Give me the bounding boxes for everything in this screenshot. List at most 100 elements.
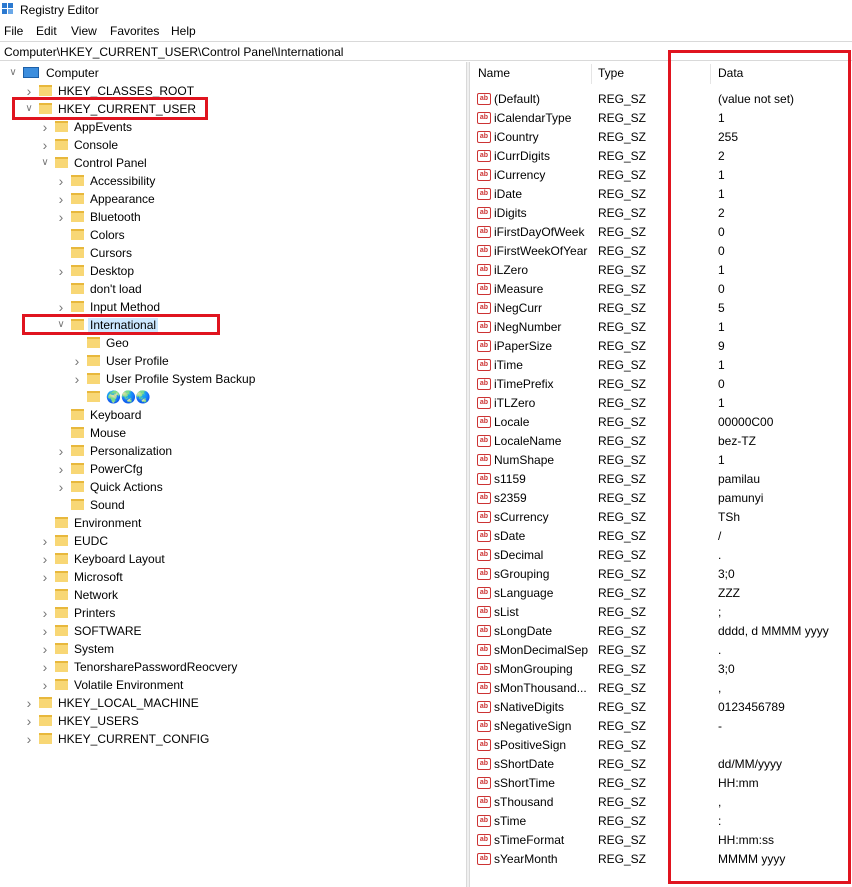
tree-node[interactable]: › Quick Actions [54,478,466,496]
tree-node[interactable]: › TenorsharePasswordReocvery [38,658,466,676]
tree-node[interactable]: Geo [70,334,466,352]
value-row[interactable]: ab iMeasure REG_SZ 0 [470,280,852,299]
chevron-right-icon[interactable]: › [54,461,68,477]
value-row[interactable]: ab iFirstDayOfWeek REG_SZ 0 [470,223,852,242]
chevron-right-icon[interactable]: › [38,551,52,567]
value-row[interactable]: ab sMonThousand... REG_SZ, [470,679,852,698]
tree-node[interactable]: › EUDC [38,532,466,550]
tree-node[interactable]: Cursors [54,244,466,262]
value-row[interactable]: ab s2359 REG_SZ pamunyi [470,489,852,508]
tree-node[interactable]: › System [38,640,466,658]
tree-node[interactable]: ∨ Control Panel [38,154,466,172]
chevron-right-icon[interactable]: › [38,623,52,639]
tree-node[interactable]: › Console [38,136,466,154]
tree-node[interactable]: › Volatile Environment [38,676,466,694]
chevron-right-icon[interactable]: › [54,191,68,207]
chevron-right-icon[interactable]: › [54,209,68,225]
column-separator[interactable] [591,64,592,84]
column-separator[interactable] [710,64,711,84]
tree-node[interactable]: Mouse [54,424,466,442]
menu-help[interactable]: Help [171,24,196,38]
chevron-down-icon[interactable]: ∨ [22,101,36,117]
column-header-type[interactable]: Type [598,66,624,80]
value-row[interactable]: ab sMonDecimalSep REG_SZ. [470,641,852,660]
chevron-right-icon[interactable]: › [54,299,68,315]
chevron-down-icon[interactable]: ∨ [38,155,52,171]
tree-node[interactable]: › Accessibility [54,172,466,190]
value-row[interactable]: ab sGrouping REG_SZ 3;0 [470,565,852,584]
tree-node[interactable]: 🌍🌏🌏 [70,388,466,406]
value-row[interactable]: ab sCurrency REG_SZ TSh [470,508,852,527]
chevron-right-icon[interactable]: › [22,731,36,747]
tree-node[interactable]: › Microsoft [38,568,466,586]
value-row[interactable]: ab iTime REG_SZ 1 [470,356,852,375]
tree-node[interactable]: › HKEY_USERS [22,712,466,730]
tree-node[interactable]: ∨ Computer [6,64,466,82]
tree-node[interactable]: › AppEvents [38,118,466,136]
chevron-right-icon[interactable]: › [38,659,52,675]
value-row[interactable]: ab sTime REG_SZ: [470,812,852,831]
value-row[interactable]: ab iPaperSize REG_SZ 9 [470,337,852,356]
tree-node[interactable]: › Desktop [54,262,466,280]
value-row[interactable]: ab iTLZero REG_SZ 1 [470,394,852,413]
value-row[interactable]: ab sTimeFormat REG_SZ HH:mm:ss [470,831,852,850]
value-row[interactable]: ab sThousand REG_SZ, [470,793,852,812]
value-row[interactable]: ab iCountry REG_SZ 255 [470,128,852,147]
tree-node[interactable]: › Appearance [54,190,466,208]
chevron-right-icon[interactable]: › [70,353,84,369]
value-row[interactable]: ab sList REG_SZ; [470,603,852,622]
tree-node[interactable]: ∨ International [54,316,466,334]
value-row[interactable]: ab sPositiveSign REG_SZ [470,736,852,755]
value-row[interactable]: ab sLanguage REG_SZ ZZZ [470,584,852,603]
value-row[interactable]: ab sNegativeSign REG_SZ - [470,717,852,736]
chevron-down-icon[interactable]: ∨ [6,65,20,81]
column-header-name[interactable]: Name [478,66,510,80]
value-row[interactable]: ab sDate REG_SZ / [470,527,852,546]
tree-node[interactable]: Environment [38,514,466,532]
menu-view[interactable]: View [71,24,97,38]
chevron-right-icon[interactable]: › [54,263,68,279]
value-row[interactable]: ab sMonGrouping REG_SZ 3;0 [470,660,852,679]
menu-favorites[interactable]: Favorites [110,24,159,38]
chevron-right-icon[interactable]: › [38,119,52,135]
value-row[interactable]: ab iCurrency REG_SZ 1 [470,166,852,185]
tree-node[interactable]: › User Profile System Backup [70,370,466,388]
value-row[interactable]: ab iNegNumber REG_SZ 1 [470,318,852,337]
menu-file[interactable]: File [4,24,23,38]
chevron-right-icon[interactable]: › [38,605,52,621]
tree-node[interactable]: › HKEY_CLASSES_ROOT [22,82,466,100]
value-row[interactable]: ab sShortDate REG_SZ dd/MM/yyyy [470,755,852,774]
tree-node[interactable]: › Printers [38,604,466,622]
value-row[interactable]: ab iLZero REG_SZ 1 [470,261,852,280]
chevron-right-icon[interactable]: › [38,137,52,153]
tree-node[interactable]: › Personalization [54,442,466,460]
tree-node[interactable]: Network [38,586,466,604]
chevron-right-icon[interactable]: › [70,371,84,387]
value-row[interactable]: ab iDigits REG_SZ 2 [470,204,852,223]
value-row[interactable]: ab iFirstWeekOfYear REG_SZ 0 [470,242,852,261]
value-row[interactable]: ab s1159 REG_SZ pamilau [470,470,852,489]
chevron-right-icon[interactable]: › [54,443,68,459]
chevron-right-icon[interactable]: › [38,641,52,657]
tree-node[interactable]: ∨ HKEY_CURRENT_USER [22,100,466,118]
column-header-data[interactable]: Data [718,66,743,80]
tree-node[interactable]: › Keyboard Layout [38,550,466,568]
value-row[interactable]: ab iNegCurr REG_SZ 5 [470,299,852,318]
address-bar[interactable]: Computer\HKEY_CURRENT_USER\Control Panel… [0,41,852,61]
menu-edit[interactable]: Edit [36,24,57,38]
tree-node[interactable]: Sound [54,496,466,514]
chevron-right-icon[interactable]: › [22,695,36,711]
chevron-right-icon[interactable]: › [38,533,52,549]
chevron-right-icon[interactable]: › [38,677,52,693]
tree-node[interactable]: › PowerCfg [54,460,466,478]
address-path[interactable]: Computer\HKEY_CURRENT_USER\Control Panel… [4,45,343,59]
value-row[interactable]: ab (Default) REG_SZ (value not set) [470,90,852,109]
value-row[interactable]: ab sNativeDigits REG_SZ 0123456789 [470,698,852,717]
chevron-right-icon[interactable]: › [38,569,52,585]
tree-node[interactable]: › Input Method [54,298,466,316]
tree-node[interactable]: › HKEY_CURRENT_CONFIG [22,730,466,748]
value-row[interactable]: ab NumShape REG_SZ 1 [470,451,852,470]
tree-node[interactable]: don't load [54,280,466,298]
value-row[interactable]: ab sShortTime REG_SZ HH:mm [470,774,852,793]
value-row[interactable]: ab sDecimal REG_SZ. [470,546,852,565]
